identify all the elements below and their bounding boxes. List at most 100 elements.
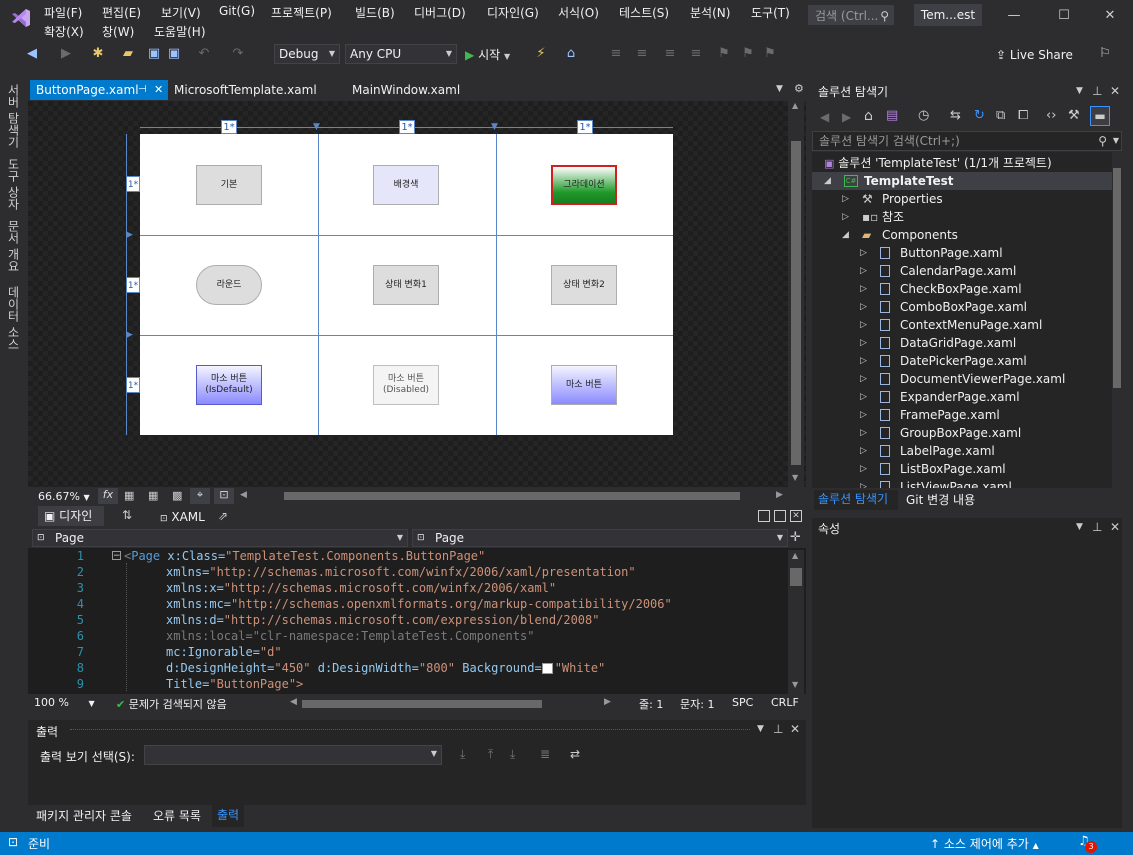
effects-fx-icon[interactable]: fx [98, 488, 118, 504]
code-vertical-scrollbar[interactable]: ▲ ▼ [788, 550, 804, 694]
collapse-pane-icon[interactable]: ✕ [790, 510, 802, 522]
file-item[interactable]: ▷ LabelPage.xaml [812, 442, 1112, 460]
home-icon[interactable]: ⌂ [864, 108, 873, 124]
minimize-icon[interactable]: — [1002, 6, 1026, 26]
pin-icon[interactable]: ⊣ [138, 80, 147, 100]
mouse-button[interactable]: 마소 버튼 [551, 365, 617, 405]
pin-icon[interactable]: ⊥ [1092, 84, 1102, 98]
word-wrap-icon[interactable]: ⇄ [570, 747, 580, 761]
scroll-thumb[interactable] [791, 141, 801, 465]
solution-name-badge[interactable]: Tem...est [914, 4, 982, 26]
scroll-down-icon[interactable]: ▼ [792, 473, 798, 482]
scroll-thumb[interactable] [790, 568, 802, 586]
tab-list-dropdown-icon[interactable]: ▼ [776, 84, 783, 94]
panel-grip[interactable] [70, 729, 750, 731]
properties-wrench-icon[interactable]: ⚒ [1068, 108, 1080, 123]
menu-test[interactable]: 테스트(S) [619, 4, 669, 21]
basic-button[interactable]: 기본 [196, 165, 262, 205]
round-button[interactable]: 라운드 [196, 265, 262, 305]
scroll-left-icon[interactable]: ◀ [290, 697, 297, 707]
next-message-icon[interactable]: ⤓ [510, 747, 515, 762]
live-share-button[interactable]: ⇪ Live Share [996, 48, 1073, 62]
tab-solution-explorer[interactable]: 솔루션 탐색기 [814, 490, 898, 510]
menu-extensions[interactable]: 확장(X) [44, 23, 84, 40]
pending-changes-filter-icon[interactable]: ◷ [918, 108, 929, 123]
column-marker-1[interactable]: 1* [221, 120, 237, 134]
menu-view[interactable]: 보기(V) [161, 4, 201, 21]
file-item[interactable]: ▷ DocumentViewerPage.xaml [812, 370, 1112, 388]
redo-icon[interactable]: ↷ [230, 46, 246, 62]
column-marker-2[interactable]: 1* [399, 120, 415, 134]
file-item[interactable]: ▷ ButtonPage.xaml [812, 244, 1112, 262]
collapse-all-icon[interactable]: ⧉ [996, 108, 1005, 123]
platform-dropdown[interactable]: Any CPU ▼ [345, 44, 457, 64]
pin-icon[interactable]: ⊥ [1092, 520, 1102, 534]
solution-tree[interactable]: ▣ 솔루션 'TemplateTest' (1/1개 프로젝트) ◢ C# Te… [812, 152, 1112, 488]
file-item[interactable]: ▷ FramePage.xaml [812, 406, 1112, 424]
pin-icon[interactable]: ⊥ [773, 722, 783, 736]
file-item[interactable]: ▷ GroupBoxPage.xaml [812, 424, 1112, 442]
scroll-right-icon[interactable]: ▶ [604, 697, 611, 707]
bookmark-prev-icon[interactable]: ⚑ [740, 46, 756, 62]
row-marker-1[interactable]: 1* [126, 176, 140, 192]
column-marker-3[interactable]: 1* [577, 120, 593, 134]
align-left-icon[interactable]: ≡ [608, 46, 624, 62]
row-splitter-icon[interactable]: ▶ [126, 330, 133, 340]
tab-output[interactable]: 출력 [212, 805, 244, 827]
file-item[interactable]: ▷ ComboBoxPage.xaml [812, 298, 1112, 316]
swap-panes-icon[interactable]: ⇅ [122, 508, 132, 522]
back-icon[interactable]: ◀ [820, 110, 829, 124]
design-view-tab[interactable]: ▣ 디자인 [38, 506, 104, 526]
menu-design[interactable]: 디자인(G) [487, 4, 539, 21]
scroll-down-icon[interactable]: ▼ [792, 680, 798, 689]
menu-git[interactable]: Git(G) [219, 4, 255, 18]
add-split-icon[interactable]: ✛ [790, 530, 801, 545]
bookmark-next-icon[interactable]: ⚑ [762, 46, 778, 62]
menu-tools[interactable]: 도구(T) [751, 4, 790, 21]
menu-analyze[interactable]: 분석(N) [690, 4, 730, 21]
close-panel-icon[interactable]: ✕ [1110, 520, 1120, 534]
open-folder-icon[interactable]: ▰ [120, 46, 136, 62]
close-tab-icon[interactable]: ✕ [154, 80, 163, 100]
file-item[interactable]: ▷ ExpanderPage.xaml [812, 388, 1112, 406]
start-button[interactable]: ▶ 시작 ▼ [465, 46, 510, 62]
split-vertical-icon[interactable] [774, 510, 786, 522]
tab-microsoft-template[interactable]: MicrosoftTemplate.xaml [168, 80, 338, 100]
output-source-dropdown[interactable]: ▼ [144, 745, 442, 765]
solution-tree-scrollbar[interactable] [1112, 154, 1122, 488]
browser-link-icon[interactable]: ⌂ [563, 46, 579, 62]
menu-build[interactable]: 빌드(B) [355, 4, 395, 21]
scroll-up-icon[interactable]: ▲ [792, 551, 798, 560]
page-canvas[interactable]: 기본 배경색 그라데이션 라운드 상태 변화1 상태 변화2 마소 버튼 (Is… [140, 134, 673, 435]
data-sources-tab[interactable]: 데이터 소스 [4, 286, 22, 350]
references-item[interactable]: ▷ ▪▫ 참조 [812, 208, 1112, 226]
panel-dropdown-icon[interactable]: ▼ [1076, 522, 1083, 532]
device-preview-icon[interactable]: ⊡ [214, 488, 234, 504]
back-icon[interactable]: ◀ [24, 46, 40, 62]
new-item-icon[interactable]: ✱ [90, 46, 106, 62]
snap-lines-icon[interactable]: ⌖ [190, 488, 210, 504]
menu-file[interactable]: 파일(F) [44, 4, 82, 21]
save-icon[interactable]: ▣ [146, 46, 162, 62]
issues-indicator[interactable]: ✔ 문제가 검색되지 않음 [116, 696, 227, 712]
column-splitter-icon[interactable]: ▼ [313, 122, 320, 132]
menu-format[interactable]: 서식(O) [558, 4, 599, 21]
state-change-2-button[interactable]: 상태 변화2 [551, 265, 617, 305]
project-item[interactable]: ◢ C# TemplateTest [812, 172, 1112, 190]
file-item[interactable]: ▷ DatePickerPage.xaml [812, 352, 1112, 370]
switch-views-icon[interactable]: ▤ [886, 108, 898, 123]
gradient-button[interactable]: 그라데이션 [551, 165, 617, 205]
forward-icon[interactable]: ▶ [58, 46, 74, 62]
forward-icon[interactable]: ▶ [842, 110, 851, 124]
settings-gear-icon[interactable]: ⚙ [794, 82, 804, 95]
clear-all-icon[interactable]: ≣ [540, 747, 550, 761]
menu-debug[interactable]: 디버그(D) [414, 4, 466, 21]
grid-toggle-icon[interactable]: ▦ [124, 489, 134, 502]
line-ending-indicator[interactable]: CRLF [771, 696, 799, 709]
properties-item[interactable]: ▷ ⚒ Properties [812, 190, 1112, 208]
find-message-icon[interactable]: ⤓ [460, 747, 465, 762]
panel-dropdown-icon[interactable]: ▼ [757, 724, 764, 734]
column-splitter-icon[interactable]: ▼ [491, 122, 498, 132]
save-all-icon[interactable]: ▣ [166, 46, 182, 62]
show-all-files-icon[interactable]: ⧠ [1018, 108, 1028, 123]
